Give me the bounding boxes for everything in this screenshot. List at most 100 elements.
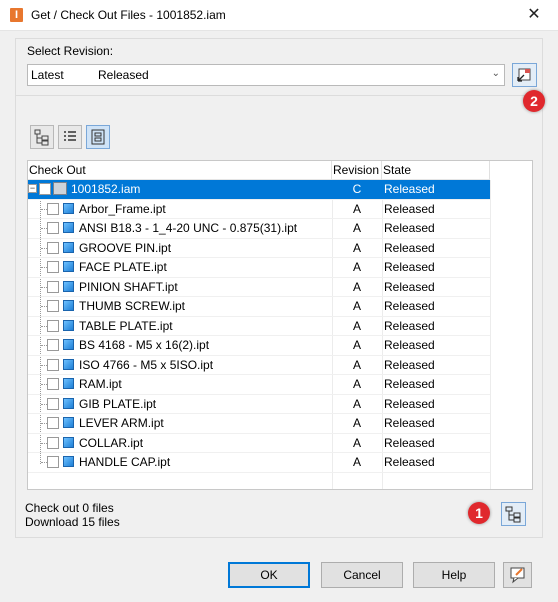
- checkout-count: Check out 0 files: [25, 501, 114, 515]
- part-icon: [63, 222, 74, 233]
- tree-view-icon: [34, 129, 49, 146]
- file-state: Released: [384, 338, 435, 352]
- file-revision: A: [352, 357, 361, 372]
- comment-icon: [510, 567, 525, 584]
- file-name: 1001852.iam: [71, 182, 141, 196]
- file-name: COLLAR.ipt: [79, 435, 144, 450]
- file-name: ISO 4766 - M5 x 5ISO.ipt: [79, 357, 214, 372]
- list-view-button[interactable]: [58, 125, 82, 149]
- revision-name: Latest: [31, 68, 64, 82]
- part-icon: [63, 241, 74, 253]
- window-title: Get / Check Out Files - 1001852.iam: [31, 8, 226, 22]
- column-header-checkout[interactable]: Check Out: [28, 161, 332, 180]
- close-button[interactable]: ✕: [516, 4, 552, 26]
- tree-row[interactable]: PINION SHAFT.ipt A Released: [28, 278, 490, 297]
- file-state: Released: [384, 318, 435, 333]
- checkout-checkbox[interactable]: [47, 378, 59, 390]
- file-revision: A: [352, 318, 361, 333]
- checkout-checkbox[interactable]: [47, 339, 59, 351]
- tree-row[interactable]: GIB PLATE.ipt A Released: [28, 395, 490, 414]
- part-icon: [63, 339, 74, 350]
- checkout-checkbox[interactable]: [47, 222, 59, 234]
- checkout-checkbox[interactable]: [47, 202, 59, 215]
- tree-row[interactable]: ISO 4766 - M5 x 5ISO.ipt A Released: [28, 356, 490, 375]
- part-icon: [63, 397, 74, 409]
- file-name: ANSI B18.3 - 1_4-20 UNC - 0.875(31).ipt: [79, 221, 298, 235]
- file-name: BS 4168 - M5 x 16(2).ipt: [79, 338, 210, 352]
- comment-button[interactable]: [503, 562, 532, 588]
- tree-row-root[interactable]: − 1001852.iam C Released: [28, 180, 490, 200]
- file-state: Released: [384, 201, 435, 216]
- checkout-checkbox[interactable]: [47, 300, 59, 312]
- file-revision: A: [352, 260, 361, 274]
- select-revision-label: Select Revision:: [27, 44, 114, 58]
- part-icon: [63, 358, 74, 370]
- tree-row[interactable]: LEVER ARM.ipt A Released: [28, 414, 490, 434]
- checkout-checkbox[interactable]: [39, 183, 51, 195]
- hierarchy-icon: [505, 506, 521, 523]
- checkout-checkbox[interactable]: [47, 319, 59, 332]
- callout-badge-2: 2: [523, 90, 545, 112]
- download-count: Download 15 files: [25, 515, 120, 529]
- file-revision: A: [352, 455, 361, 469]
- part-icon: [63, 378, 74, 389]
- file-revision: A: [352, 279, 361, 294]
- part-icon: [63, 280, 74, 292]
- collapse-toggle-icon[interactable]: −: [28, 184, 37, 193]
- file-revision: A: [352, 299, 361, 313]
- checkout-checkbox[interactable]: [47, 436, 59, 449]
- file-state: Released: [384, 357, 435, 372]
- tree-row[interactable]: TABLE PLATE.ipt A Released: [28, 317, 490, 336]
- file-state: Released: [384, 240, 435, 255]
- file-tree-grid[interactable]: Check Out Revision State − 1001852.iam C Re…: [27, 160, 533, 490]
- file-revision: A: [352, 435, 361, 450]
- file-name: GIB PLATE.ipt: [79, 396, 157, 411]
- checkout-checkbox[interactable]: [47, 417, 59, 429]
- file-name: LEVER ARM.ipt: [79, 416, 164, 430]
- file-name: Arbor_Frame.ipt: [79, 201, 166, 216]
- app-icon: I: [10, 8, 23, 22]
- file-state: Released: [384, 279, 435, 294]
- file-state: Released: [384, 182, 435, 196]
- tree-row[interactable]: THUMB SCREW.ipt A Released: [28, 297, 490, 317]
- file-revision: A: [352, 240, 361, 255]
- column-header-revision[interactable]: Revision: [332, 161, 382, 180]
- part-icon: [63, 202, 74, 214]
- file-revision: A: [352, 338, 361, 352]
- checkout-checkbox[interactable]: [47, 456, 59, 468]
- ok-button[interactable]: OK: [228, 562, 310, 588]
- file-revision: A: [352, 396, 361, 411]
- grid-view-button[interactable]: [86, 125, 110, 149]
- part-icon: [63, 417, 74, 428]
- select-dependents-button[interactable]: [501, 502, 526, 526]
- tree-row[interactable]: COLLAR.ipt A Released: [28, 434, 490, 453]
- tree-row[interactable]: ANSI B18.3 - 1_4-20 UNC - 0.875(31).ipt A…: [28, 219, 490, 239]
- checkout-checkbox[interactable]: [47, 280, 59, 293]
- tree-row[interactable]: HANDLE CAP.ipt A Released: [28, 453, 490, 473]
- help-button[interactable]: Help: [413, 562, 495, 588]
- column-header-state[interactable]: State: [382, 161, 490, 180]
- list-view-icon: [64, 131, 76, 141]
- checkout-checkbox[interactable]: [47, 397, 59, 410]
- file-name: TABLE PLATE.ipt: [79, 318, 173, 333]
- checkout-checkbox[interactable]: [47, 358, 59, 371]
- revision-dropdown[interactable]: Latest Released ⌄: [27, 64, 505, 86]
- file-revision: C: [352, 182, 362, 196]
- tree-row[interactable]: Arbor_Frame.ipt A Released: [28, 200, 490, 219]
- revision-options-button[interactable]: [512, 63, 537, 87]
- file-revision: A: [352, 416, 361, 430]
- checkout-checkbox[interactable]: [47, 261, 59, 273]
- tree-row[interactable]: BS 4168 - M5 x 16(2).ipt A Released: [28, 336, 490, 356]
- file-state: Released: [384, 435, 435, 450]
- tree-row[interactable]: RAM.ipt A Released: [28, 375, 490, 395]
- tree-view-button[interactable]: [30, 125, 54, 149]
- part-icon: [63, 319, 74, 331]
- file-name: THUMB SCREW.ipt: [79, 299, 186, 313]
- assembly-icon: [53, 182, 67, 195]
- part-icon: [63, 456, 74, 467]
- tree-row[interactable]: FACE PLATE.ipt A Released: [28, 258, 490, 278]
- checkout-checkbox[interactable]: [47, 241, 59, 254]
- tree-row[interactable]: GROOVE PIN.ipt A Released: [28, 239, 490, 258]
- file-state: Released: [384, 260, 435, 274]
- cancel-button[interactable]: Cancel: [321, 562, 403, 588]
